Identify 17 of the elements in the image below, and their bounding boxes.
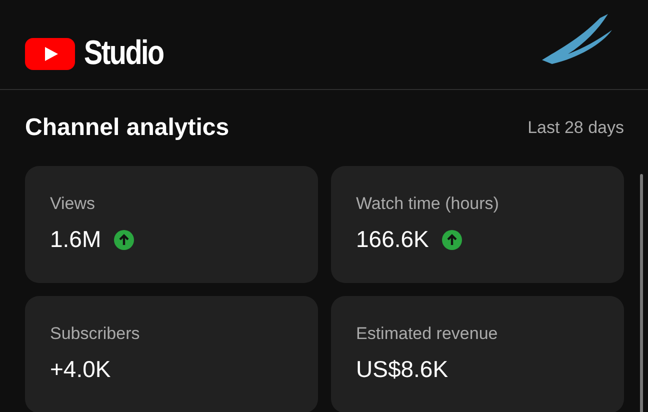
- metric-label: Subscribers: [50, 324, 141, 344]
- metric-card[interactable]: Watch time (hours) 166.6K: [331, 166, 624, 283]
- metric-label: Views: [50, 194, 96, 214]
- metric-card[interactable]: Views 1.6M: [25, 166, 318, 283]
- metric-value: 166.6K: [356, 226, 429, 253]
- play-logo-icon: [25, 38, 75, 70]
- metric-card[interactable]: Estimated revenue US$8.6K: [331, 296, 624, 412]
- metric-label: Estimated revenue: [356, 324, 499, 344]
- section-title: Channel analytics: [25, 114, 230, 142]
- app-name: Studio: [84, 34, 164, 73]
- metric-value: US$8.6K: [356, 356, 448, 383]
- metric-value: +4.0K: [50, 356, 111, 383]
- metric-value: 1.6M: [50, 226, 102, 253]
- period-label[interactable]: Last 28 days: [528, 118, 624, 138]
- metric-label: Watch time (hours): [356, 194, 500, 214]
- metric-card[interactable]: Subscribers +4.0K: [25, 296, 318, 412]
- scrollbar[interactable]: [640, 174, 643, 412]
